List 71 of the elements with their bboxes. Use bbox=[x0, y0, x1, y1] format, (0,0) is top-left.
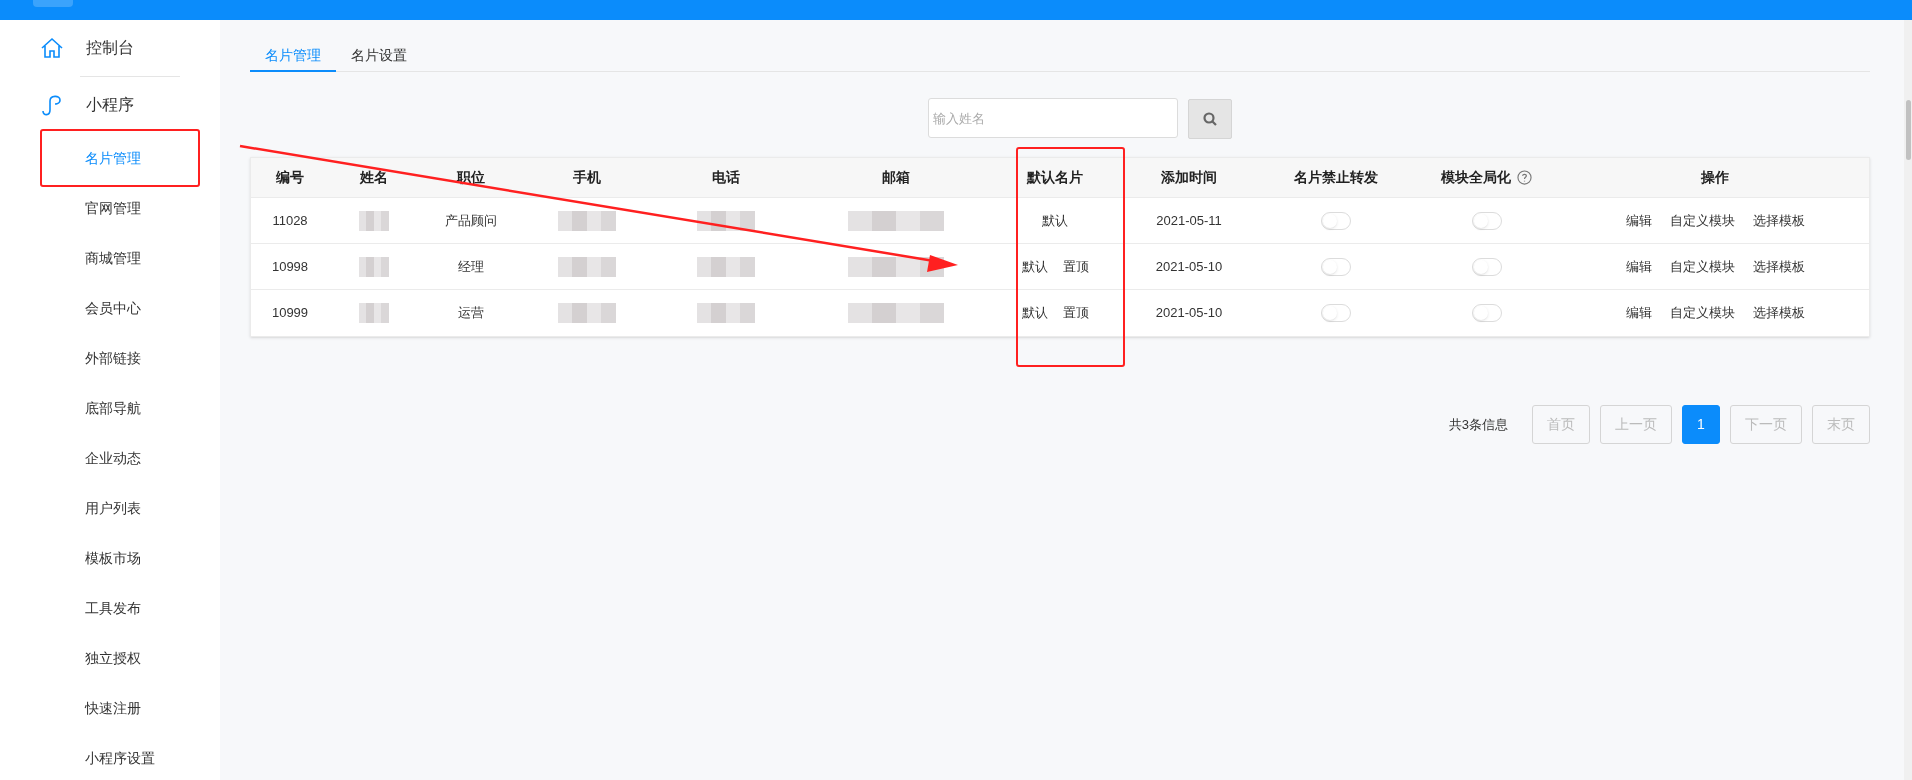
column-header: 默认名片 bbox=[1027, 168, 1083, 187]
toggle-switch[interactable] bbox=[1471, 257, 1502, 276]
column-header: 姓名 bbox=[359, 168, 388, 187]
column-header: 手机 bbox=[572, 168, 601, 187]
column-header: 模块全局化 bbox=[1441, 168, 1511, 187]
redacted-block bbox=[358, 210, 389, 231]
column-header: 名片禁止转发 bbox=[1293, 168, 1378, 187]
sidebar-item[interactable]: 模板市场 bbox=[0, 533, 220, 583]
action-link[interactable]: 默认 bbox=[1021, 303, 1048, 323]
action-link[interactable]: 自定义模块 bbox=[1669, 303, 1735, 323]
action-link[interactable]: 编辑 bbox=[1625, 303, 1652, 323]
action-link[interactable]: 选择模板 bbox=[1752, 256, 1805, 277]
action-link[interactable]: 置顶 bbox=[1062, 256, 1089, 277]
redacted-block bbox=[358, 303, 389, 323]
sidebar-item[interactable]: 快速注册 bbox=[0, 683, 220, 733]
redacted-block bbox=[557, 256, 616, 277]
sidebar-item[interactable]: 独立授权 bbox=[0, 633, 220, 683]
column-header: 邮箱 bbox=[882, 168, 910, 187]
table-cell-text: 经理 bbox=[457, 257, 484, 276]
action-link[interactable]: 编辑 bbox=[1625, 210, 1652, 231]
redacted-block bbox=[696, 210, 755, 231]
redacted-block bbox=[557, 303, 616, 323]
action-link[interactable]: 选择模板 bbox=[1752, 210, 1805, 231]
column-header: 操作 bbox=[1701, 168, 1729, 187]
table-cell-text: 11028 bbox=[272, 211, 308, 230]
action-link[interactable]: 自定义模块 bbox=[1669, 256, 1735, 277]
table-cell-text: 10998 bbox=[271, 257, 309, 276]
toggle-switch[interactable] bbox=[1471, 211, 1502, 230]
redacted-block bbox=[557, 210, 616, 231]
sidebar-item[interactable]: 用户列表 bbox=[0, 483, 220, 533]
redacted-block bbox=[358, 256, 389, 277]
table-cell-text: 10999 bbox=[271, 304, 309, 323]
record-count: 共3条信息 bbox=[1448, 415, 1508, 434]
toggle-switch[interactable] bbox=[1471, 304, 1502, 322]
table-cell-text: 2021-05-10 bbox=[1155, 257, 1223, 276]
toggle-switch[interactable] bbox=[1320, 304, 1351, 322]
table-cell-text: 2021-05-11 bbox=[1156, 211, 1222, 230]
redacted-block bbox=[696, 256, 755, 277]
search-field[interactable]: 输入姓名 bbox=[928, 98, 1178, 138]
table-cell-text: 2021-05-10 bbox=[1155, 304, 1223, 323]
redacted-block bbox=[696, 303, 755, 323]
sidebar-item[interactable]: 名片管理 bbox=[0, 133, 220, 183]
column-header: 电话 bbox=[711, 168, 740, 187]
tab[interactable]: 名片设置 bbox=[336, 40, 422, 72]
action-link[interactable]: 默认 bbox=[1042, 210, 1068, 231]
sidebar-item[interactable]: 会员中心 bbox=[0, 283, 220, 333]
column-header: 编号 bbox=[276, 168, 304, 187]
link-icon bbox=[40, 93, 64, 117]
scrollbar[interactable] bbox=[1904, 20, 1912, 780]
sidebar-item[interactable]: 底部导航 bbox=[0, 383, 220, 433]
toggle-switch[interactable] bbox=[1320, 211, 1351, 230]
sidebar-item[interactable]: 工具发布 bbox=[0, 583, 220, 633]
action-link[interactable]: 编辑 bbox=[1625, 256, 1652, 277]
sidebar-item[interactable]: 商城管理 bbox=[0, 233, 220, 283]
action-link[interactable]: 选择模板 bbox=[1752, 303, 1805, 323]
search-button[interactable] bbox=[1188, 99, 1232, 139]
action-link[interactable]: 置顶 bbox=[1062, 303, 1089, 323]
sidebar-section[interactable]: 控制台 bbox=[0, 20, 220, 76]
action-link[interactable]: 自定义模块 bbox=[1669, 210, 1735, 231]
column-header: 添加时间 bbox=[1161, 168, 1217, 187]
table-cell-text: 产品顾问 bbox=[444, 211, 497, 230]
action-link[interactable]: 默认 bbox=[1021, 256, 1048, 277]
toggle-switch[interactable] bbox=[1320, 257, 1351, 276]
sidebar-section[interactable]: 小程序 bbox=[0, 77, 220, 133]
sidebar-item[interactable]: 外部链接 bbox=[0, 333, 220, 383]
home-icon bbox=[40, 36, 64, 60]
sidebar-item[interactable]: 小程序设置 bbox=[0, 733, 220, 780]
sidebar-item[interactable]: 官网管理 bbox=[0, 183, 220, 233]
sidebar-item[interactable]: 企业动态 bbox=[0, 433, 220, 483]
table-cell-text: 运营 bbox=[457, 304, 484, 323]
search-icon bbox=[1202, 111, 1218, 127]
